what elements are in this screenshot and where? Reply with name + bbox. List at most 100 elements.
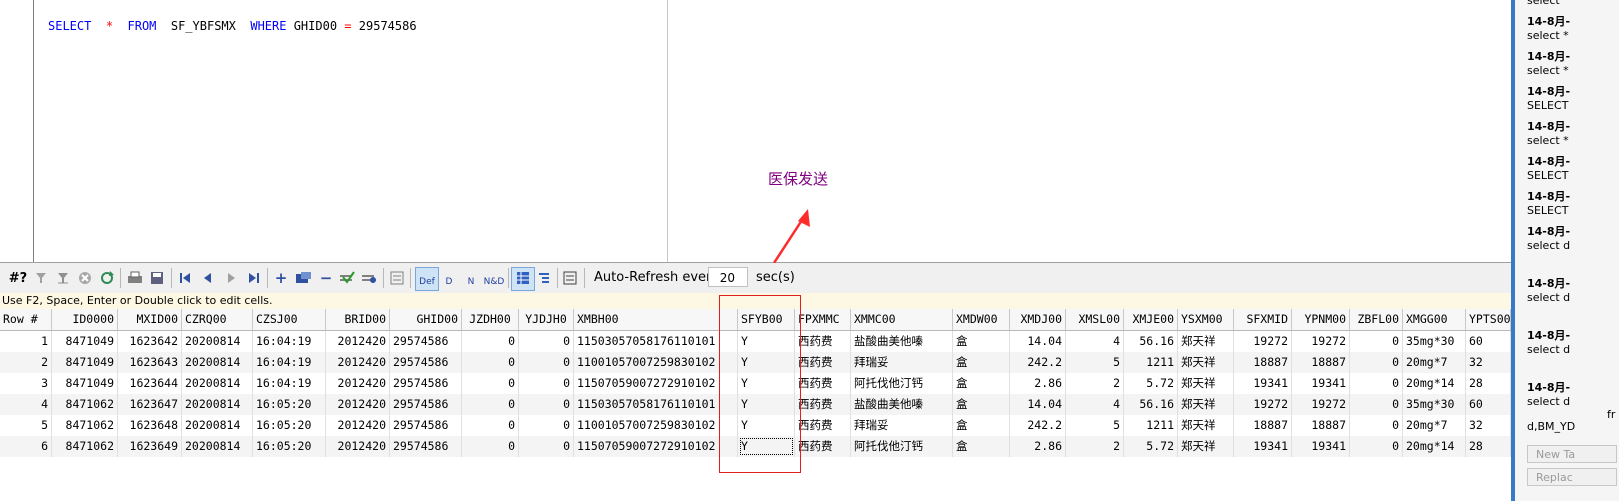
history-sql[interactable]: SELECT [1527,99,1568,112]
history-date[interactable]: 14-8月- [1527,223,1570,239]
grid-cell[interactable]: 18887 [1292,415,1350,436]
refresh-interval-input[interactable]: 20 [708,267,748,287]
history-date[interactable]: 14-8月- [1527,48,1570,64]
grid-cell[interactable]: 2012420 [326,331,390,352]
grid-cell[interactable]: 西药费 [795,394,851,415]
grid-cell[interactable]: 6 [0,436,52,457]
grid-cell[interactable]: 西药费 [795,436,851,457]
first-record-icon[interactable] [178,269,192,287]
grid-cell[interactable]: 35mg*30 [1403,394,1466,415]
history-sql[interactable]: select d [1527,343,1570,356]
grid-cell[interactable]: 29574586 [390,394,462,415]
grid-cell[interactable]: 35mg*30 [1403,331,1466,352]
grid-cell[interactable]: 阿托伐他汀钙 [851,373,953,394]
grid-cell[interactable]: 19272 [1234,394,1292,415]
grid-cell[interactable]: 29574586 [390,415,462,436]
filter-icon[interactable] [34,269,48,287]
fetch-next-icon[interactable] [361,269,377,287]
grid-cell[interactable]: 11503057058176110101 [574,331,738,352]
auto-refresh-icon[interactable] [562,269,578,287]
cancel-icon[interactable] [78,269,92,287]
grid-cell[interactable]: 19341 [1234,373,1292,394]
grid-cell[interactable]: 19341 [1292,436,1350,457]
grid-column-header[interactable]: CZSJ00 [253,309,326,330]
grid-column-header[interactable]: GHID00 [390,309,462,330]
grid-cell[interactable]: 0 [1350,415,1403,436]
grid-cell[interactable]: 0 [1350,331,1403,352]
grid-column-header[interactable]: SFXMID [1234,309,1292,330]
grid-cell[interactable]: 拜瑞妥 [851,352,953,373]
grid-cell[interactable]: 0 [1350,394,1403,415]
grid-column-header[interactable]: YPTS00 [1466,309,1511,330]
history-date[interactable]: 14-8月- [1527,188,1570,204]
grid-column-header[interactable]: XMJE00 [1124,309,1178,330]
grid-column-header[interactable]: Row # [0,309,52,330]
grid-cell[interactable]: 1623647 [118,394,182,415]
grid-cell[interactable]: 郑天祥 [1178,394,1234,415]
last-record-icon[interactable] [247,269,261,287]
grid-cell[interactable]: 5 [0,415,52,436]
clear-filter-icon[interactable] [56,269,70,287]
grid-cell[interactable]: 16:04:19 [253,331,326,352]
grid-cell[interactable]: 32 [1466,352,1511,373]
prior-record-icon[interactable] [200,269,214,287]
grid-cell[interactable]: 20mg*7 [1403,415,1466,436]
history-sql[interactable]: select * [1527,64,1569,77]
grid-cell[interactable]: 2 [0,352,52,373]
grid-cell[interactable]: 5 [1066,415,1124,436]
grid-cell[interactable]: 56.16 [1124,394,1178,415]
grid-cell[interactable]: 郑天祥 [1178,415,1234,436]
history-date[interactable]: 14-8月- [1527,83,1570,99]
grid-cell[interactable]: 19341 [1234,436,1292,457]
grid-cell[interactable]: 盒 [953,373,1010,394]
post-changes-icon[interactable] [339,269,355,287]
grid-cell[interactable]: 2012420 [326,373,390,394]
grid-cell[interactable]: 2012420 [326,436,390,457]
grid-cell[interactable]: 19272 [1234,331,1292,352]
history-sql[interactable]: SELECT [1527,204,1568,217]
grid-cell[interactable]: 20200814 [182,394,253,415]
grid-cell[interactable]: 盐酸曲美他嗪 [851,394,953,415]
grid-cell[interactable]: 2012420 [326,415,390,436]
grid-cell[interactable]: 11503057058176110101 [574,394,738,415]
grid-cell[interactable]: 1623642 [118,331,182,352]
grid-cell[interactable]: 8471062 [52,436,118,457]
grid-cell[interactable]: 11001057007259830102 [574,415,738,436]
save-icon[interactable] [149,269,165,287]
next-record-icon[interactable] [224,269,238,287]
grid-cell[interactable]: 32 [1466,415,1511,436]
grid-cell[interactable]: 阿托伐他汀钙 [851,436,953,457]
grid-cell[interactable]: 0 [519,415,574,436]
grid-cell[interactable]: 20200814 [182,331,253,352]
grid-cell[interactable]: 20200814 [182,436,253,457]
grid-column-header[interactable]: JZDH00 [462,309,519,330]
history-sql[interactable]: select d [1527,239,1570,252]
grid-cell[interactable]: 60 [1466,394,1511,415]
grid-cell[interactable]: 29574586 [390,352,462,373]
grid-column-header[interactable]: FPXMMC [795,309,851,330]
grid-cell[interactable]: 16:04:19 [253,352,326,373]
grid-column-header[interactable]: MXID00 [118,309,182,330]
grid-cell[interactable]: 西药费 [795,352,851,373]
grid-column-header[interactable]: YSXM00 [1178,309,1234,330]
grid-cell[interactable]: 3 [0,373,52,394]
duplicate-record-icon[interactable] [295,269,313,287]
history-sql[interactable]: select d [1527,291,1570,304]
sql-editor[interactable]: SELECT * FROM SF_YBFSMX WHERE GHID00 = 2… [0,0,1511,264]
grid-cell[interactable]: 20mg*14 [1403,373,1466,394]
grid-cell[interactable]: 2.86 [1010,373,1066,394]
grid-cell[interactable]: 16:05:20 [253,436,326,457]
grid-column-header[interactable]: XMBH00 [574,309,738,330]
grid-cell[interactable]: 0 [1350,352,1403,373]
grid-cell[interactable]: 2 [1066,436,1124,457]
grid-cell[interactable]: 242.2 [1010,415,1066,436]
grid-cell[interactable]: 16:05:20 [253,394,326,415]
view-n-button[interactable]: N [461,273,481,291]
grid-cell[interactable]: 11507059007272910102 [574,373,738,394]
insert-record-icon[interactable]: + [274,269,288,287]
sql-text[interactable]: SELECT * FROM SF_YBFSMX WHERE GHID00 = 2… [48,19,417,33]
grid-cell[interactable]: 2 [1066,373,1124,394]
grid-cell[interactable]: 18887 [1234,415,1292,436]
grid-cell[interactable]: 8471062 [52,415,118,436]
grid-cell[interactable]: 8471062 [52,394,118,415]
